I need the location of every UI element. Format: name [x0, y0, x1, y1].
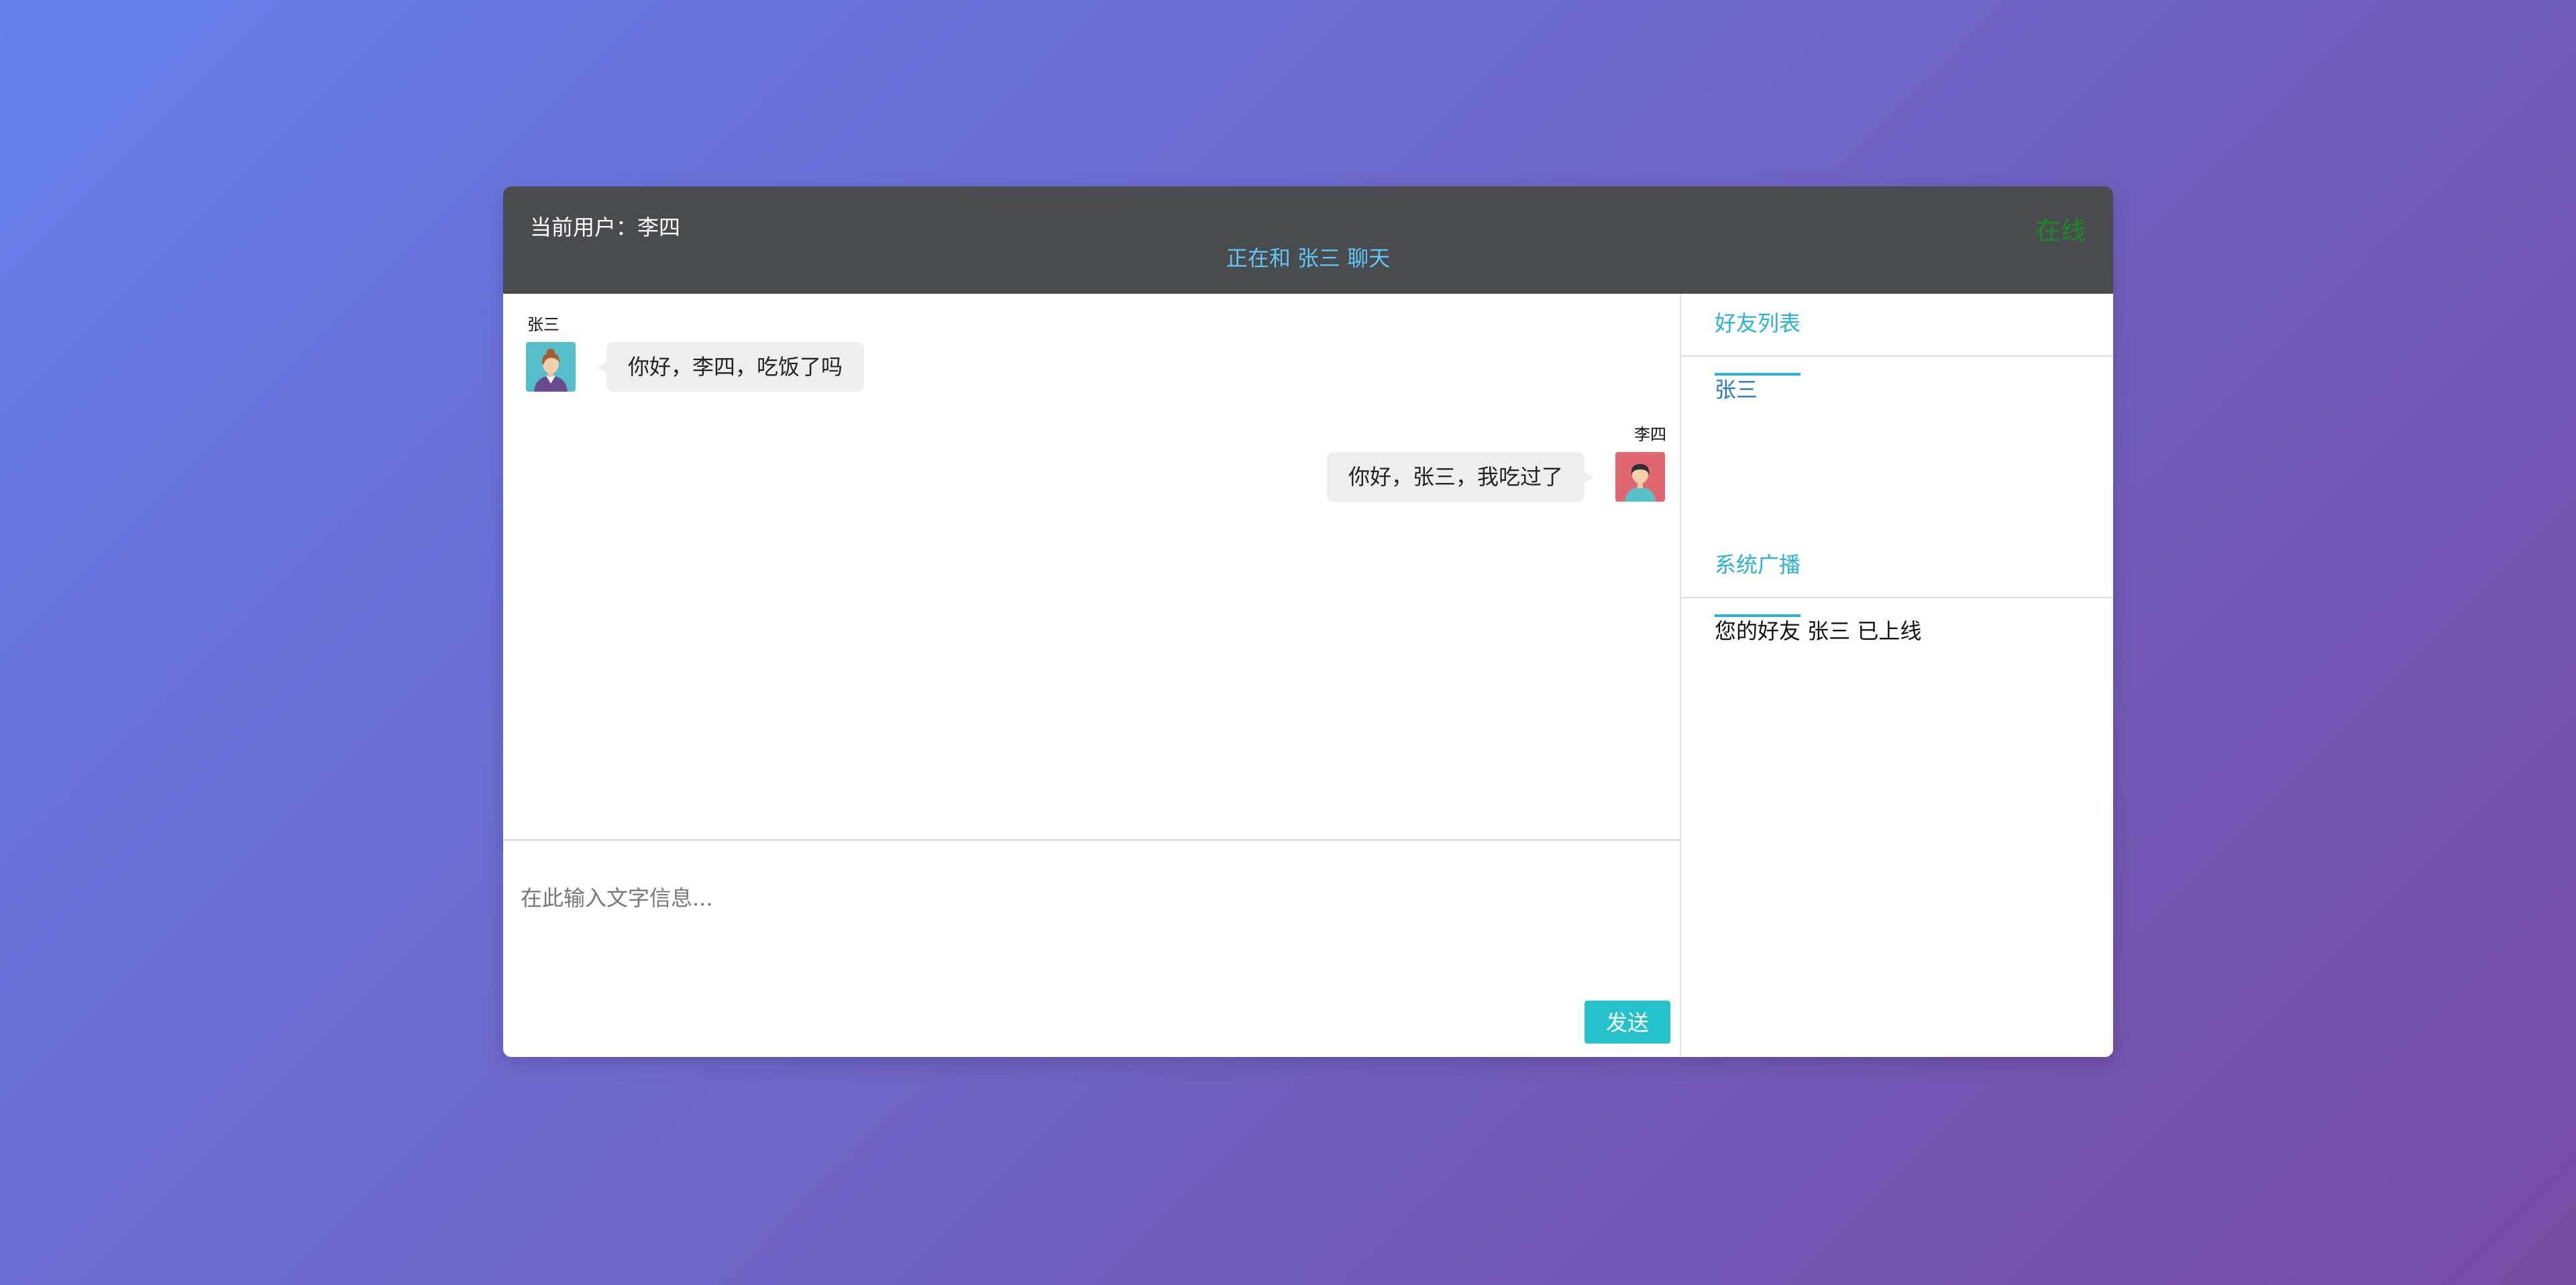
message-input[interactable]	[521, 881, 1654, 982]
friend-list-item[interactable]: 张三	[1715, 373, 1758, 404]
message-sender-name: 张三	[527, 315, 559, 334]
divider	[1681, 597, 2113, 598]
broadcast-message: 您的好友 张三 已上线	[1715, 618, 1922, 644]
tab-system-broadcast[interactable]: 系统广播	[1715, 554, 1801, 617]
divider	[1681, 355, 2113, 357]
friend-list-title: 好友列表	[1715, 311, 1801, 336]
online-status: 在线	[2035, 216, 2086, 245]
chat-partner-title: 正在和 张三 聊天	[1226, 245, 1391, 271]
message-compose-area: 发送	[503, 841, 1680, 1057]
message-list[interactable]: 张三 你好，李四，吃饭了吗 李四 你好，张三，我吃过了	[503, 294, 1680, 841]
message-sender-name: 李四	[1634, 425, 1666, 444]
system-broadcast-title: 系统广播	[1715, 552, 1801, 577]
send-button[interactable]: 发送	[1585, 1001, 1670, 1044]
side-panel: 好友列表 张三 系统广播 您的好友 张三 已上线	[1681, 294, 2113, 1057]
tab-friend-list[interactable]: 好友列表	[1715, 313, 1801, 376]
male-user-avatar	[1615, 452, 1665, 502]
current-user-label: 当前用户：李四	[530, 215, 681, 240]
chat-window: 当前用户：李四 正在和 张三 聊天 在线 张三 你好，李四，吃饭了吗 李四 你好…	[503, 186, 2113, 1057]
female-user-avatar	[526, 342, 576, 392]
message-bubble: 你好，张三，我吃过了	[1327, 452, 1595, 502]
message-bubble: 你好，李四，吃饭了吗	[596, 342, 865, 392]
chat-main-panel: 张三 你好，李四，吃饭了吗 李四 你好，张三，我吃过了 在此输入文字信息... …	[503, 294, 1681, 1057]
chat-header: 当前用户：李四 正在和 张三 聊天 在线	[503, 186, 2113, 294]
